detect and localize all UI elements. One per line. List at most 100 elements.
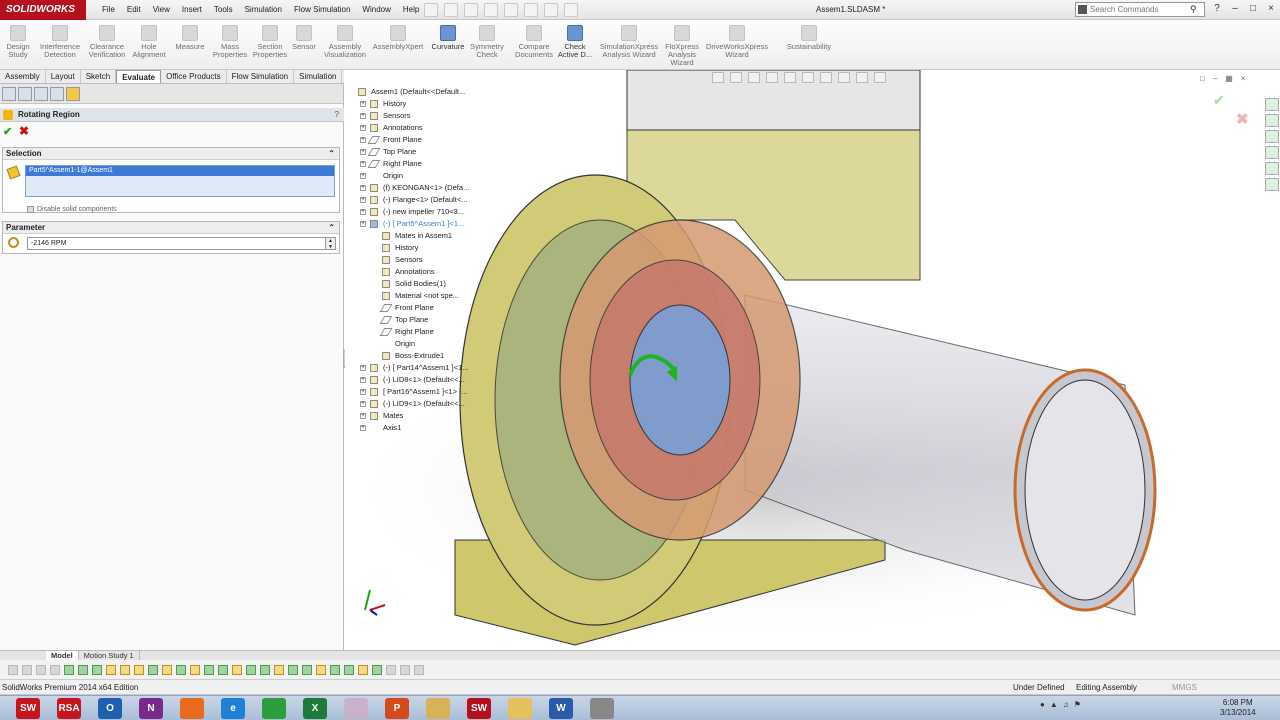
help-icon[interactable]: ? <box>1210 2 1224 16</box>
collapse-icon[interactable]: ⌃ <box>328 222 335 234</box>
close-icon[interactable]: × <box>1264 2 1278 16</box>
ribbon-assembly-visualization-button[interactable]: Assembly Visualization <box>322 20 368 70</box>
filter-icon[interactable] <box>372 664 382 675</box>
ribbon-floxpress-button[interactable]: FloXpress Analysis Wizard <box>663 20 701 70</box>
clock[interactable]: 6:08 PM 3/13/2014 <box>1220 698 1256 718</box>
print-icon[interactable] <box>484 3 498 17</box>
filter-icon[interactable] <box>92 664 102 675</box>
ribbon-hole-alignment-button[interactable]: Hole Alignment <box>130 20 168 70</box>
ribbon-sensor-button[interactable]: Sensor <box>290 20 318 70</box>
viewport-minimize-icon[interactable]: – <box>1213 74 1217 83</box>
tree-item[interactable]: + [ Part16^Assem1 ]<1> -... <box>350 386 500 398</box>
viewport-restore-icon[interactable]: □ <box>1200 74 1205 83</box>
taskbar-app-icon[interactable] <box>344 698 368 719</box>
parameter-group-title[interactable]: Parameter ⌃ <box>3 222 339 234</box>
taskbar-solidworks-icon[interactable]: SW <box>16 698 40 719</box>
menu-insert[interactable]: Insert <box>176 0 208 20</box>
filter-icon[interactable] <box>176 664 186 675</box>
expand-icon[interactable]: + <box>360 197 366 203</box>
expand-icon[interactable]: + <box>360 389 366 395</box>
tray-app-icon[interactable]: ● <box>1040 700 1045 709</box>
tab-office-products[interactable]: Office Products <box>161 70 227 83</box>
save-icon[interactable] <box>464 3 478 17</box>
taskbar-powerpoint-icon[interactable]: P <box>385 698 409 719</box>
disable-solid-components-checkbox[interactable] <box>27 206 34 213</box>
expand-icon[interactable]: + <box>360 413 366 419</box>
tree-item[interactable]: Front Plane <box>350 302 500 314</box>
expand-icon[interactable]: + <box>360 365 366 371</box>
new-icon[interactable] <box>424 3 438 17</box>
expand-icon[interactable]: + <box>360 101 366 107</box>
file-explorer-icon[interactable] <box>1265 130 1279 143</box>
feature-manager-tab-icon[interactable] <box>2 87 16 101</box>
hide-show-items-icon[interactable] <box>820 72 832 83</box>
appearances-icon[interactable] <box>1265 162 1279 175</box>
tab-flow-simulation[interactable]: Flow Simulation <box>227 70 295 83</box>
tab-evaluate[interactable]: Evaluate <box>116 70 162 83</box>
apply-scene-icon[interactable] <box>856 72 868 83</box>
search-icon[interactable]: ⚲ <box>1190 4 1197 15</box>
property-manager-tab-icon[interactable] <box>18 87 32 101</box>
expand-icon[interactable]: + <box>360 161 366 167</box>
ribbon-simulationxpress-button[interactable]: SimulationXpress Analysis Wizard <box>598 20 660 70</box>
tree-item[interactable]: + Origin <box>350 170 500 182</box>
tree-item[interactable]: + Sensors <box>350 110 500 122</box>
filter-icon[interactable] <box>106 664 116 675</box>
filter-icon[interactable] <box>64 664 74 675</box>
expand-icon[interactable]: + <box>360 377 366 383</box>
tray-network-icon[interactable]: ▲ <box>1050 700 1058 709</box>
filter-icon[interactable] <box>274 664 284 675</box>
expand-icon[interactable]: + <box>360 221 366 227</box>
zoom-to-fit-icon[interactable] <box>712 72 724 83</box>
tree-item[interactable]: + Mates <box>350 410 500 422</box>
ok-button[interactable]: ✔ <box>3 125 12 138</box>
taskbar-rsa-icon[interactable]: RSA <box>57 698 81 719</box>
tree-item[interactable]: + Front Plane <box>350 134 500 146</box>
tree-item[interactable]: Top Plane <box>350 314 500 326</box>
tree-item[interactable]: + (-) [ Part14^Assem1 ]<1... <box>350 362 500 374</box>
view-settings-icon[interactable] <box>874 72 886 83</box>
ribbon-driveworks-button[interactable]: DriveWorksXpress Wizard <box>704 20 770 70</box>
ribbon-section-properties-button[interactable]: Section Properties <box>252 20 288 70</box>
taskbar-word-icon[interactable]: W <box>549 698 573 719</box>
edit-appearance-icon[interactable] <box>838 72 850 83</box>
tree-item[interactable]: Material <not spe... <box>350 290 500 302</box>
taskbar-explorer-icon[interactable] <box>508 698 532 719</box>
viewport-close-icon[interactable]: × <box>1241 74 1246 83</box>
tree-item[interactable]: Origin <box>350 338 500 350</box>
taskbar-excel-icon[interactable]: X <box>303 698 327 719</box>
tree-item[interactable]: Annotations <box>350 266 500 278</box>
tree-item[interactable]: + Top Plane <box>350 146 500 158</box>
tree-item[interactable]: History <box>350 242 500 254</box>
tree-item[interactable]: + Right Plane <box>350 158 500 170</box>
expand-icon[interactable]: + <box>360 401 366 407</box>
ribbon-interference-button[interactable]: Interference Detection <box>36 20 84 70</box>
filter-icon[interactable] <box>120 664 130 675</box>
ribbon-compare-button[interactable]: Compare Documents <box>512 20 556 70</box>
rebuild-icon[interactable] <box>544 3 558 17</box>
menu-edit[interactable]: Edit <box>121 0 147 20</box>
filter-icon[interactable] <box>386 664 396 675</box>
filter-icon[interactable] <box>330 664 340 675</box>
custom-properties-icon[interactable] <box>1265 178 1279 191</box>
filter-icon[interactable] <box>400 664 410 675</box>
angular-velocity-input[interactable]: -2146 RPM <box>27 237 327 250</box>
filter-icon[interactable] <box>414 664 424 675</box>
menu-help[interactable]: Help <box>397 0 425 20</box>
confirmation-cancel-icon[interactable]: ✖ <box>1236 110 1249 128</box>
open-icon[interactable] <box>444 3 458 17</box>
filter-icon[interactable] <box>232 664 242 675</box>
cancel-button[interactable]: ✖ <box>19 124 29 138</box>
tab-layout[interactable]: Layout <box>46 70 81 83</box>
menu-view[interactable]: View <box>147 0 176 20</box>
solidworks-logo[interactable]: SOLIDWORKS <box>0 0 86 20</box>
expand-icon[interactable]: + <box>360 149 366 155</box>
taskbar-internet-explorer-icon[interactable]: e <box>221 698 245 719</box>
expand-icon[interactable]: + <box>360 185 366 191</box>
ribbon-curvature-button[interactable]: Curvature <box>428 20 468 70</box>
tree-item[interactable]: Sensors <box>350 254 500 266</box>
expand-icon[interactable]: + <box>360 137 366 143</box>
tray-flag-icon[interactable]: ⚑ <box>1074 700 1081 709</box>
tree-item[interactable]: Assem1 (Default<<Default... <box>350 86 500 98</box>
confirmation-ok-icon[interactable]: ✔ <box>1213 92 1225 109</box>
